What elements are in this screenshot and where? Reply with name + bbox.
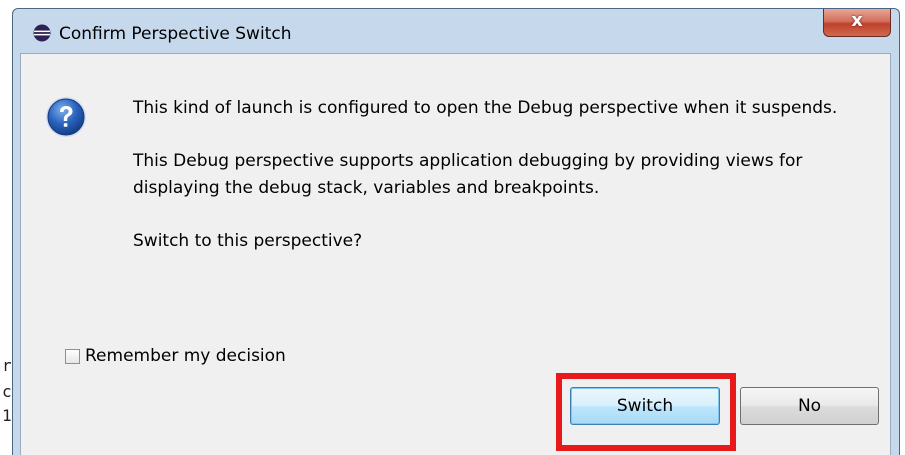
confirm-dialog: Confirm Perspective Switch x This kind o… [12, 8, 900, 455]
no-button[interactable]: No [740, 387, 879, 425]
background-char: c [2, 382, 12, 401]
close-icon: x [851, 10, 863, 31]
window-title: Confirm Perspective Switch [59, 24, 292, 44]
dialog-body: This kind of launch is configured to ope… [20, 53, 891, 455]
message-line-3: Switch to this perspective? [133, 231, 363, 251]
question-icon [46, 97, 86, 137]
message-line-2: This Debug perspective supports applicat… [133, 151, 803, 198]
background-editor-edge: r c 1 [0, 0, 12, 455]
message-text: This kind of launch is configured to ope… [133, 95, 873, 281]
message-line-1: This kind of launch is configured to ope… [133, 98, 838, 118]
close-button[interactable]: x [823, 9, 891, 37]
background-char: 1 [2, 406, 12, 425]
background-char: r [2, 356, 12, 375]
remember-checkbox[interactable] [65, 349, 80, 364]
eclipse-logo-icon [33, 24, 51, 42]
switch-button[interactable]: Switch [570, 387, 720, 425]
screen: r c 1 Confirm Perspective Switch x This … [0, 0, 905, 455]
title-bar[interactable]: Confirm Perspective Switch x [13, 9, 899, 55]
remember-label[interactable]: Remember my decision [85, 346, 286, 366]
